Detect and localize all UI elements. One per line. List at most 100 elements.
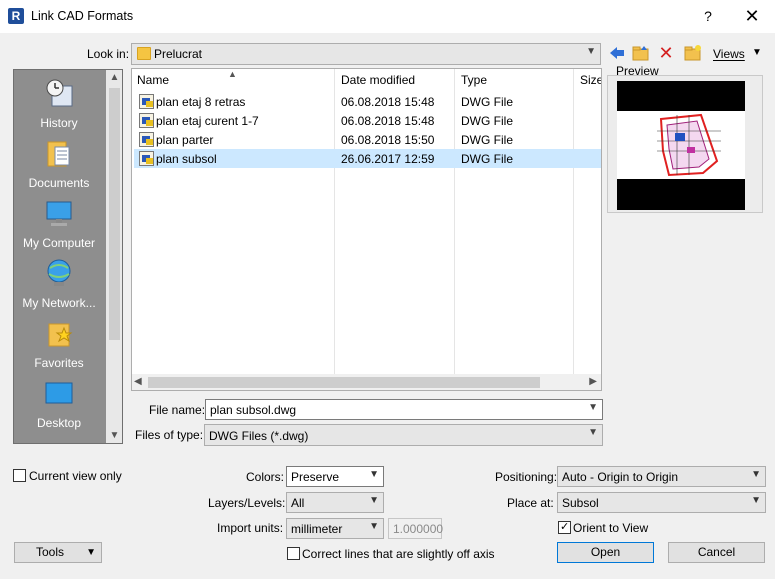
revit-logo-icon: R [8,8,24,24]
layers-label: Layers/Levels: [208,496,286,510]
current-view-only-checkbox[interactable] [13,469,26,482]
place-label: My Network... [22,296,96,310]
sort-ascending-icon: ▲ [228,69,237,79]
colors-dropdown[interactable]: Preserve ▼ [286,466,384,487]
chevron-down-icon: ▼ [588,427,598,438]
chevron-down-icon: ▼ [751,495,761,506]
back-arrow-icon [610,47,624,59]
place-label: Documents [28,176,90,190]
favorites-icon [48,323,73,347]
file-name: plan etaj curent 1-7 [156,114,259,128]
documents-icon [47,141,70,167]
delete-icon[interactable]: ✕ [657,44,675,62]
scroll-thumb[interactable] [109,88,120,340]
column-header-type[interactable]: Type [461,73,487,87]
place-history[interactable]: History [14,74,104,134]
positioning-value: Auto - Origin to Origin [562,470,679,484]
folder-icon [137,47,151,60]
window-title: Link CAD Formats [31,9,134,23]
file-name-input[interactable]: plan subsol.dwg ▼ [205,399,603,420]
place-my-network[interactable]: My Network... [14,254,104,314]
chevron-down-icon: ▼ [86,547,96,558]
file-row[interactable]: plan etaj 8 retras 06.08.2018 15:48 DWG … [134,92,601,111]
open-button[interactable]: Open [557,542,654,563]
horizontal-scrollbar[interactable]: ◀ ▶ [132,374,601,390]
orient-to-view-label: Orient to View [573,521,649,535]
tools-button-label: Tools [36,545,65,559]
cad-drawing-thumbnail [657,113,721,177]
file-type: DWG File [461,95,513,109]
cancel-button[interactable]: Cancel [668,542,765,563]
files-of-type-label: Files of type: [135,428,204,442]
help-button[interactable]: ? [696,5,720,27]
file-name-label: File name: [149,403,206,417]
file-name-value: plan subsol.dwg [210,403,297,417]
file-date: 06.08.2018 15:50 [341,133,435,147]
positioning-label: Positioning: [495,470,558,484]
chevron-down-icon: ▼ [369,521,379,532]
file-date: 06.08.2018 15:48 [341,114,435,128]
file-name: plan parter [156,133,214,147]
column-header-name[interactable]: Name [137,73,169,87]
folder-icon [44,438,74,444]
file-row-selected[interactable]: plan subsol 26.06.2017 12:59 DWG File [134,149,601,168]
file-name: plan subsol [156,152,217,166]
places-scrollbar[interactable]: ▲ ▼ [106,70,122,443]
file-date: 06.08.2018 15:48 [341,95,435,109]
positioning-dropdown[interactable]: Auto - Origin to Origin ▼ [557,466,766,487]
file-row[interactable]: plan etaj curent 1-7 06.08.2018 15:48 DW… [134,111,601,130]
chevron-down-icon[interactable]: ▼ [752,47,762,58]
chevron-down-icon: ▼ [369,495,379,506]
files-of-type-dropdown[interactable]: DWG Files (*.dwg) ▼ [204,424,603,446]
close-button[interactable]: ✕ [740,5,764,27]
new-folder-button[interactable] [684,44,702,62]
place-more[interactable] [14,434,104,444]
place-desktop[interactable]: Desktop [14,374,104,434]
correct-lines-label: Correct lines that are slightly off axis [302,547,495,561]
scroll-thumb[interactable] [148,377,540,388]
scroll-down-icon[interactable]: ▼ [106,430,122,441]
preview-image [617,81,745,210]
place-my-computer[interactable]: My Computer [14,194,104,254]
dwg-file-icon [139,151,154,166]
place-label: My Computer [22,236,96,250]
import-scale-value: 1.000000 [393,522,444,536]
scroll-right-icon[interactable]: ▶ [589,376,597,387]
place-favorites[interactable]: Favorites [14,314,104,374]
column-header-size[interactable]: Size [580,73,601,87]
current-view-only-label: Current view only [29,469,122,483]
place-at-label: Place at: [507,496,554,510]
views-menu-button[interactable]: Views [713,47,745,61]
file-list: ▲ Name Date modified Type Size plan etaj… [131,68,602,391]
file-type: DWG File [461,114,513,128]
place-at-dropdown[interactable]: Subsol ▼ [557,492,766,513]
chevron-down-icon: ▼ [751,469,761,480]
up-folder-button[interactable] [632,44,650,62]
dwg-file-icon [139,132,154,147]
files-of-type-value: DWG Files (*.dwg) [209,429,309,443]
scroll-up-icon[interactable]: ▲ [106,72,122,83]
file-date: 26.06.2017 12:59 [341,152,435,166]
file-row[interactable]: plan parter 06.08.2018 15:50 DWG File [134,130,601,149]
correct-lines-checkbox[interactable] [287,547,300,560]
import-units-value: millimeter [291,522,343,536]
scroll-left-icon[interactable]: ◀ [134,376,142,387]
place-label: Favorites [34,356,84,370]
layers-value: All [291,496,305,510]
column-header-date[interactable]: Date modified [341,73,415,87]
tools-button[interactable]: Tools ▼ [14,542,102,563]
back-button[interactable] [608,44,626,62]
colors-label: Colors: [246,470,285,484]
file-type: DWG File [461,152,513,166]
chevron-down-icon[interactable]: ▼ [588,402,598,413]
import-units-dropdown[interactable]: millimeter ▼ [286,518,384,539]
history-icon [46,79,73,107]
layers-dropdown[interactable]: All ▼ [286,492,384,513]
title-bar: R Link CAD Formats ? ✕ [0,0,775,33]
place-documents[interactable]: Documents [14,134,104,194]
network-icon [47,259,71,286]
up-folder-icon [632,46,649,61]
orient-to-view-checkbox[interactable] [558,520,571,534]
look-in-dropdown[interactable]: Prelucrat ▼ [131,43,601,65]
chevron-down-icon: ▼ [586,46,596,57]
